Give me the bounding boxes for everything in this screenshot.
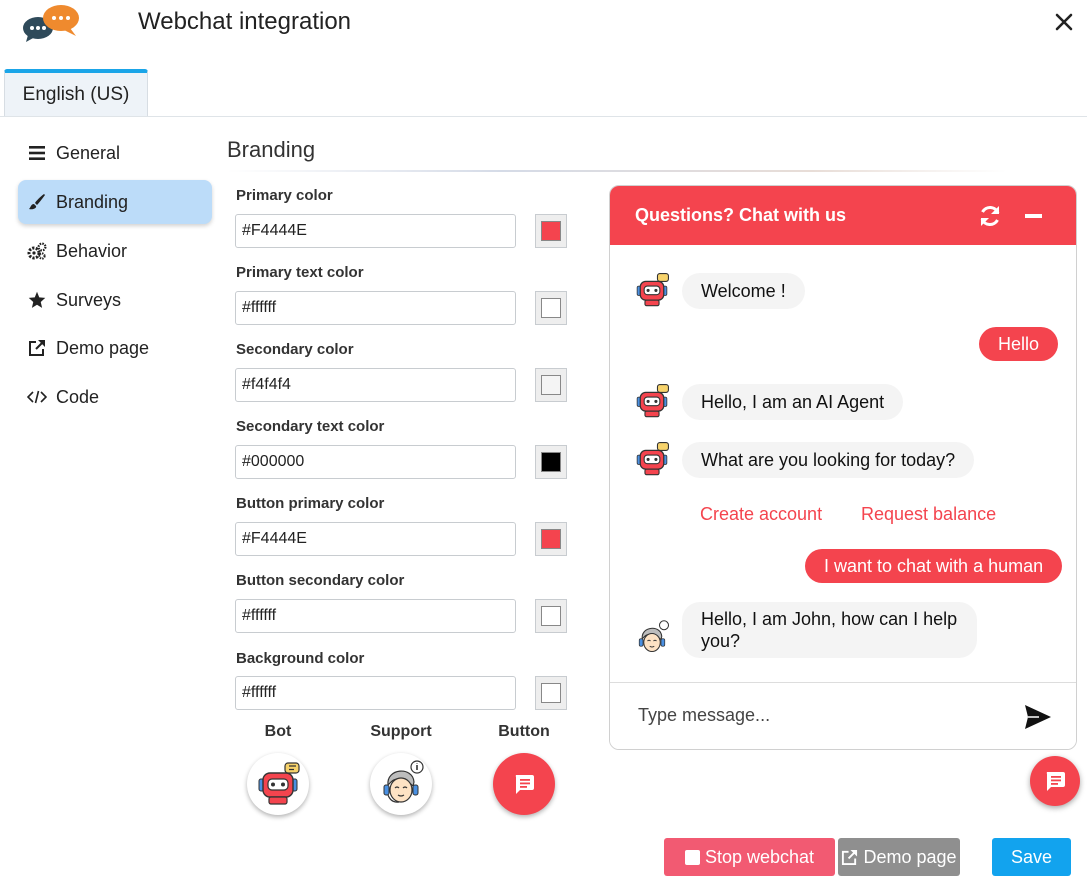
bot-avatar (636, 442, 669, 476)
chat-message: Hello, I am John, how can I help you? (682, 602, 977, 658)
sidebar-item-demo-page[interactable]: Demo page (18, 326, 212, 370)
bot-avatar (636, 273, 669, 307)
button-icon-picker[interactable] (493, 753, 555, 815)
bot-avatar-label: Bot (264, 723, 292, 740)
secondary-text-color-label: Secondary text color (236, 418, 385, 435)
chat-icon (1046, 772, 1065, 791)
robot-icon (258, 762, 300, 805)
primary-text-color-label: Primary text color (236, 264, 364, 281)
star-icon (18, 291, 56, 309)
sidebar-item-label: Code (56, 386, 100, 407)
sidebar-item-code[interactable]: Code (18, 375, 212, 419)
primary-color-picker[interactable] (535, 214, 567, 248)
button-secondary-color-label: Button secondary color (236, 572, 405, 589)
background-color-input[interactable]: #ffffff (235, 676, 516, 710)
sidebar-item-general[interactable]: General (18, 131, 212, 175)
chat-header-title: Questions? Chat with us (635, 205, 847, 225)
sidebar-item-surveys[interactable]: Surveys (18, 278, 212, 322)
button-secondary-color-picker[interactable] (535, 599, 567, 633)
sidebar-item-branding[interactable]: Branding (18, 180, 212, 224)
sidebar-item-label: General (56, 142, 121, 163)
chat-composer (610, 682, 1076, 749)
support-agent-icon (383, 760, 424, 803)
chat-launcher-button[interactable] (1030, 756, 1080, 806)
primary-text-color-input[interactable]: #ffffff (235, 291, 516, 325)
button-primary-color-input[interactable]: #F4444E (235, 522, 516, 556)
chat-header: Questions? Chat with us (610, 186, 1076, 245)
button-primary-color-picker[interactable] (535, 522, 567, 556)
demo-page-button[interactable]: Demo page (838, 838, 960, 876)
page-title: Webchat integration (138, 8, 352, 35)
bot-avatar-picker[interactable] (247, 753, 309, 815)
demo-page-label: Demo page (863, 846, 957, 867)
sidebar-item-behavior[interactable]: Behavior (18, 229, 212, 273)
save-button[interactable]: Save (992, 838, 1071, 876)
sidebar-item-label: Behavior (56, 240, 128, 261)
support-avatar (638, 620, 670, 653)
stop-webchat-button[interactable]: Stop webchat (664, 838, 835, 876)
color-swatch (541, 683, 561, 703)
button-icon-label: Button (498, 723, 550, 740)
code-icon (18, 390, 56, 404)
chat-logo-icon (23, 5, 79, 42)
primary-text-color-picker[interactable] (535, 291, 567, 325)
close-icon[interactable] (1052, 10, 1076, 34)
background-color-picker[interactable] (535, 676, 567, 710)
chat-message: What are you looking for today? (682, 442, 975, 478)
button-primary-color-label: Button primary color (236, 495, 385, 512)
color-swatch (541, 606, 561, 626)
stop-icon (684, 849, 700, 865)
message-input[interactable] (638, 705, 998, 726)
stop-webchat-label: Stop webchat (704, 846, 815, 867)
primary-color-input[interactable]: #F4444E (235, 214, 516, 248)
chat-preview: Questions? Chat with us Welcome ! Hello … (609, 185, 1077, 750)
sidebar-item-label: Surveys (56, 289, 122, 310)
gears-icon (18, 242, 56, 260)
chat-message: Hello (979, 327, 1059, 361)
quick-reply-create-account[interactable]: Create account (700, 504, 822, 525)
quick-reply-request-balance[interactable]: Request balance (861, 504, 996, 525)
chat-message: I want to chat with a human (805, 549, 1063, 583)
background-color-label: Background color (236, 650, 365, 667)
bot-avatar (636, 384, 669, 418)
menu-icon (18, 146, 56, 160)
section-title: Branding (227, 137, 316, 162)
support-avatar-picker[interactable] (370, 753, 432, 815)
color-swatch (541, 298, 561, 318)
sidebar-item-label: Branding (56, 191, 129, 212)
secondary-color-label: Secondary color (236, 341, 354, 358)
support-avatar-label: Support (370, 723, 432, 740)
section-divider (227, 170, 1007, 172)
secondary-text-color-input[interactable]: #000000 (235, 445, 516, 479)
minimize-icon[interactable] (1025, 214, 1042, 218)
button-secondary-color-input[interactable]: #ffffff (235, 599, 516, 633)
external-link-icon (841, 849, 858, 866)
send-icon[interactable] (1023, 702, 1053, 732)
tab-divider (0, 116, 1087, 117)
brush-icon (18, 193, 56, 211)
secondary-color-input[interactable]: #f4f4f4 (235, 368, 516, 402)
primary-color-label: Primary color (236, 187, 333, 204)
chat-message: Welcome ! (682, 273, 805, 309)
color-swatch (541, 375, 561, 395)
secondary-text-color-picker[interactable] (535, 445, 567, 479)
sidebar-item-label: Demo page (56, 337, 150, 358)
secondary-color-picker[interactable] (535, 368, 567, 402)
chat-message: Hello, I am an AI Agent (682, 384, 904, 420)
external-link-icon (18, 339, 56, 357)
color-swatch (541, 221, 561, 241)
chat-icon (515, 775, 534, 794)
color-swatch (541, 452, 561, 472)
color-swatch (541, 529, 561, 549)
tab-english-us[interactable]: English (US) (4, 69, 148, 117)
refresh-icon[interactable] (978, 204, 1002, 228)
